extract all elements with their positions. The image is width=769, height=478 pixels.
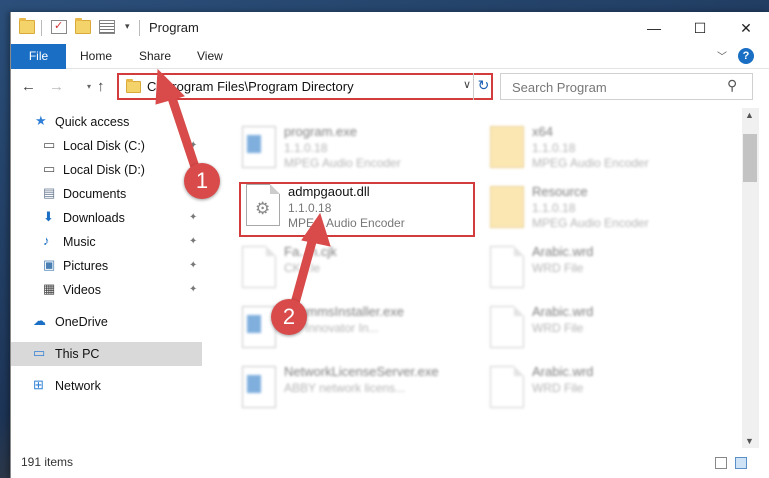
step-2-badge: 2: [271, 299, 307, 335]
step-1-badge: 1: [184, 163, 220, 199]
arrow-1-head: [155, 68, 185, 105]
annotation-arrows: [155, 68, 331, 319]
arrow-2-head: [301, 212, 331, 247]
